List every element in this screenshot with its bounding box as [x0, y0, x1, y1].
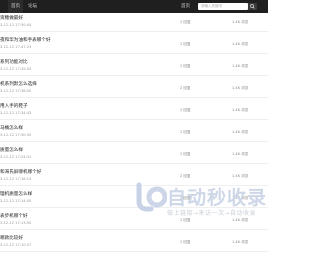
- nav-forum-link[interactable]: 论坛: [28, 0, 37, 13]
- thread-row[interactable]: 质量怎么样 3-12-12 17:24:41 2 回复 1.4K 浏览: [0, 145, 268, 164]
- thread-title[interactable]: 用入手的鞋子: [0, 103, 28, 109]
- thread-date: 3-12-12 17:47:23: [0, 45, 32, 49]
- thread-view-count: 1.4K 浏览: [232, 174, 249, 178]
- thread-view-count: 1.4K 浏览: [232, 64, 249, 68]
- thread-date: 3-12-12 17:18:14: [0, 177, 32, 181]
- thread-title[interactable]: 资糖做最好: [0, 15, 23, 21]
- thread-date: 3-12-12 17:30:45: [0, 133, 32, 137]
- thread-title[interactable]: 表步机哪个好: [0, 213, 28, 219]
- top-navbar: 首页 论坛 首页 请输入关键词: [0, 0, 268, 13]
- thread-view-count: 1.4K 浏览: [232, 152, 249, 156]
- thread-view-count: 1.4K 浏览: [232, 42, 249, 46]
- thread-view-count: 1.4K 浏览: [232, 240, 249, 244]
- thread-row[interactable]: 用入手的鞋子 3-12-12 17:34:43 2 回复 1.4K 浏览: [0, 101, 268, 120]
- thread-row[interactable]: 机系列默怎么选择 3-12-12 17:36:00 2 回复 1.4K 浏览: [0, 79, 268, 98]
- thread-view-count: 1.4K 浏览: [232, 20, 249, 24]
- watermark-title: 自动秒收录: [167, 187, 268, 209]
- nav-home-right-link[interactable]: 首页: [181, 0, 190, 13]
- thread-reply-count: 2 回复: [180, 108, 191, 112]
- thread-title[interactable]: 系列功能对比: [0, 59, 28, 65]
- thread-title[interactable]: 和海氏屏哪机哪个好: [0, 169, 41, 175]
- search-input[interactable]: 请输入关键词: [198, 3, 248, 10]
- thread-view-count: 1.4K 浏览: [232, 86, 249, 90]
- search-button[interactable]: [248, 3, 257, 10]
- thread-title[interactable]: 哪款比较好: [0, 235, 23, 241]
- thread-reply-count: 2 回复: [180, 240, 191, 244]
- thread-title[interactable]: 马桶怎么样: [0, 125, 23, 131]
- thread-date: 3-12-12 17:24:41: [0, 155, 32, 159]
- nav-home-link[interactable]: 首页: [8, 0, 23, 13]
- thread-date: 3-12-12 17:45:03: [0, 67, 32, 71]
- watermark-subtitle: 做上链接→来访一次→自动收录: [167, 210, 257, 217]
- thread-date: 3-12-12 17:50:04: [0, 23, 32, 27]
- thread-reply-count: 2 回复: [180, 64, 191, 68]
- thread-row[interactable]: 马桶怎么样 3-12-12 17:30:45 2 回复 1.4K 浏览: [0, 123, 268, 142]
- thread-title[interactable]: 机系列默怎么选择: [0, 81, 37, 87]
- thread-view-count: 1.4K 浏览: [232, 108, 249, 112]
- thread-row[interactable]: 夜和华为油和手表哪个好 3-12-12 17:47:23 2 回复 1.4K 浏览: [0, 35, 268, 54]
- thread-reply-count: 2 回复: [180, 130, 191, 134]
- watermark-logo-icon: [136, 182, 167, 212]
- watermark: 自动秒收录 做上链接→来访一次→自动收录: [133, 181, 268, 239]
- thread-view-count: 1.4K 浏览: [232, 130, 249, 134]
- thread-date: 3-12-12 17:10:37: [0, 243, 32, 247]
- thread-reply-count: 2 回复: [180, 86, 191, 90]
- thread-date: 3-12-12 17:13:50: [0, 221, 32, 225]
- thread-row[interactable]: 系列功能对比 3-12-12 17:45:03 2 回复 1.4K 浏览: [0, 57, 268, 76]
- thread-date: 3-12-12 17:14:05: [0, 199, 32, 203]
- thread-title[interactable]: 理机质量怎么样: [0, 191, 32, 197]
- thread-reply-count: 2 回复: [180, 174, 191, 178]
- thread-reply-count: 2 回复: [180, 152, 191, 156]
- thread-title[interactable]: 夜和华为油和手表哪个好: [0, 37, 51, 43]
- thread-date: 3-12-12 17:34:43: [0, 111, 32, 115]
- thread-title[interactable]: 质量怎么样: [0, 147, 23, 153]
- thread-reply-count: 2 回复: [180, 42, 191, 46]
- thread-row[interactable]: 资糖做最好 3-12-12 17:50:04 2 回复 1.4K 浏览: [0, 13, 268, 32]
- search-icon: [250, 4, 255, 9]
- thread-date: 3-12-12 17:36:00: [0, 89, 32, 93]
- thread-reply-count: 2 回复: [180, 20, 191, 24]
